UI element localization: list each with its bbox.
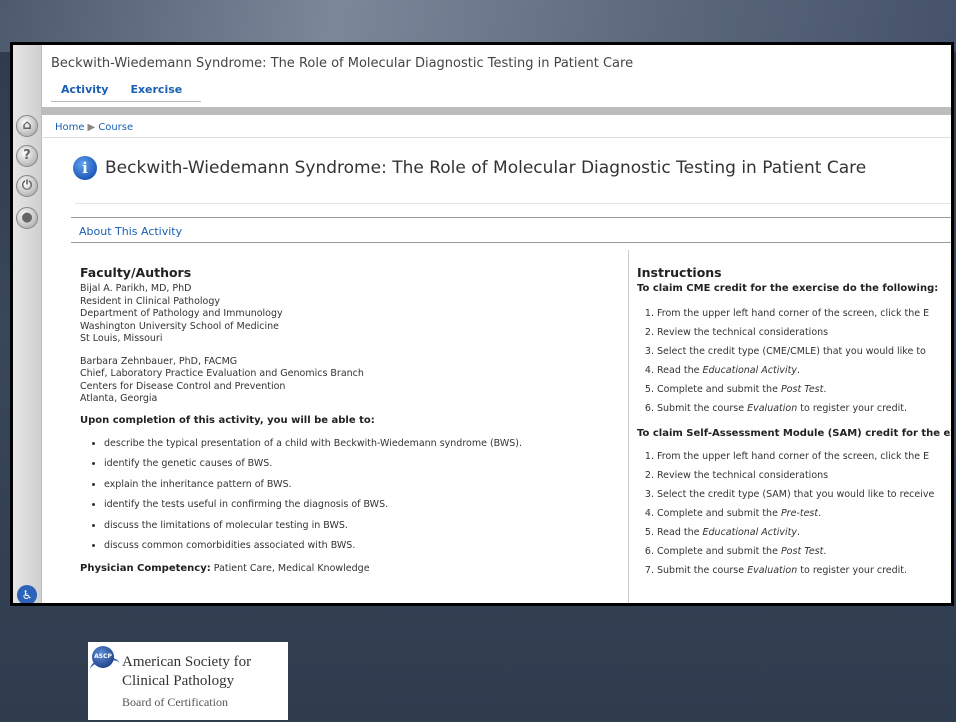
list-item: identify the genetic causes of BWS. <box>104 454 620 475</box>
help-icon[interactable]: ? <box>16 145 38 167</box>
list-item: Read the Educational Activity. <box>657 523 951 542</box>
instructions-column: Instructions To claim CME credit for the… <box>637 265 954 580</box>
panel-top-border <box>71 217 951 218</box>
breadcrumb-divider <box>41 137 951 138</box>
sam-heading: To claim Self-Assessment Module (SAM) cr… <box>637 428 954 439</box>
logo-line-2: Clinical Pathology <box>122 673 235 689</box>
list-item: discuss common comorbidities associated … <box>104 536 620 557</box>
breadcrumb-course[interactable]: Course <box>98 122 133 133</box>
list-item: Complete and submit the Post Test. <box>657 380 951 399</box>
list-item: Review the technical considerations <box>657 323 951 342</box>
list-item: Select the credit type (CME/CMLE) that y… <box>657 342 951 361</box>
main-nav: Activity Exercise <box>61 83 182 96</box>
column-divider <box>628 250 629 603</box>
list-item: From the upper left hand corner of the s… <box>657 304 951 323</box>
list-item: Complete and submit the Pre-test. <box>657 504 951 523</box>
list-item: describe the typical presentation of a c… <box>104 434 620 455</box>
logo-line-1: American Society for <box>122 654 252 670</box>
list-item: discuss the limitations of molecular tes… <box>104 516 620 537</box>
author-block-2: Barbara Zehnbauer, PhD, FACMG Chief, Lab… <box>80 356 620 406</box>
breadcrumb-home[interactable]: Home <box>55 122 85 133</box>
power-icon[interactable]: ⏻ <box>16 175 38 197</box>
list-item: Submit the course Evaluation to register… <box>657 399 951 418</box>
physician-competency: Physician Competency: Patient Care, Medi… <box>80 563 620 574</box>
list-item: Complete and submit the Post Test. <box>657 542 951 561</box>
author-2-line: Atlanta, Georgia <box>80 393 158 404</box>
list-item: Submit the course Evaluation to register… <box>657 561 951 580</box>
ascp-logo: ASCP American Society for Clinical Patho… <box>88 642 288 720</box>
competency-label: Physician Competency: <box>80 562 211 574</box>
faculty-column: Faculty/Authors Bijal A. Parikh, MD, PhD… <box>80 265 620 574</box>
user-icon[interactable]: ● <box>16 207 38 229</box>
list-item: identify the tests useful in confirming … <box>104 495 620 516</box>
course-title: Beckwith-Wiedemann Syndrome: The Role of… <box>51 56 634 71</box>
list-item: From the upper left hand corner of the s… <box>657 447 951 466</box>
list-item: Select the credit type (SAM) that you wo… <box>657 485 951 504</box>
author-2-line: Chief, Laboratory Practice Evaluation an… <box>80 368 364 379</box>
panel-heading-border <box>71 242 951 243</box>
breadcrumb: Home ▶ Course <box>55 122 133 133</box>
panel-heading[interactable]: About This Activity <box>79 225 182 238</box>
header-rule <box>41 107 951 115</box>
cme-heading: To claim CME credit for the exercise do … <box>637 283 939 294</box>
author-1-line: Department of Pathology and Immunology <box>80 308 283 319</box>
ascp-badge-icon: ASCP <box>92 646 114 668</box>
author-1-line: St Louis, Missouri <box>80 333 163 344</box>
objectives-heading: Upon completion of this activity, you wi… <box>80 414 375 426</box>
info-icon: i <box>73 156 97 180</box>
tab-exercise[interactable]: Exercise <box>130 83 182 96</box>
logo-line-3: Board of Certification <box>122 695 228 709</box>
title-divider <box>75 203 951 204</box>
sam-steps-list: From the upper left hand corner of the s… <box>637 447 951 580</box>
accessibility-icon[interactable]: ♿ <box>17 585 37 603</box>
nav-divider <box>51 101 201 102</box>
author-2-line: Centers for Disease Control and Preventi… <box>80 380 286 392</box>
left-toolbar: ⌂ ? ⏻ ● ♿ 508 <box>13 45 42 603</box>
list-item: Read the Educational Activity. <box>657 361 951 380</box>
author-1-line: Washington University School of Medicine <box>80 320 279 332</box>
home-icon[interactable]: ⌂ <box>16 115 38 137</box>
breadcrumb-separator-icon: ▶ <box>87 122 96 133</box>
page-title: Beckwith-Wiedemann Syndrome: The Role of… <box>105 158 867 178</box>
author-2-line: Barbara Zehnbauer, PhD, FACMG <box>80 355 238 367</box>
author-1-line: Bijal A. Parikh, MD, PhD <box>80 283 192 294</box>
author-block-1: Bijal A. Parikh, MD, PhD Resident in Cli… <box>80 283 620 346</box>
tab-activity[interactable]: Activity <box>61 83 108 96</box>
objectives-list: describe the typical presentation of a c… <box>80 434 620 557</box>
competency-value: Patient Care, Medical Knowledge <box>213 562 370 574</box>
faculty-heading: Faculty/Authors <box>80 265 192 280</box>
list-item: explain the inheritance pattern of BWS. <box>104 475 620 496</box>
author-1-line: Resident in Clinical Pathology <box>80 295 220 307</box>
browser-screenshot: ⌂ ? ⏻ ● ♿ 508 Beckwith-Wiedemann Syndrom… <box>10 42 954 606</box>
cme-steps-list: From the upper left hand corner of the s… <box>637 304 951 418</box>
list-item: Review the technical considerations <box>657 466 951 485</box>
instructions-heading: Instructions <box>637 265 722 280</box>
